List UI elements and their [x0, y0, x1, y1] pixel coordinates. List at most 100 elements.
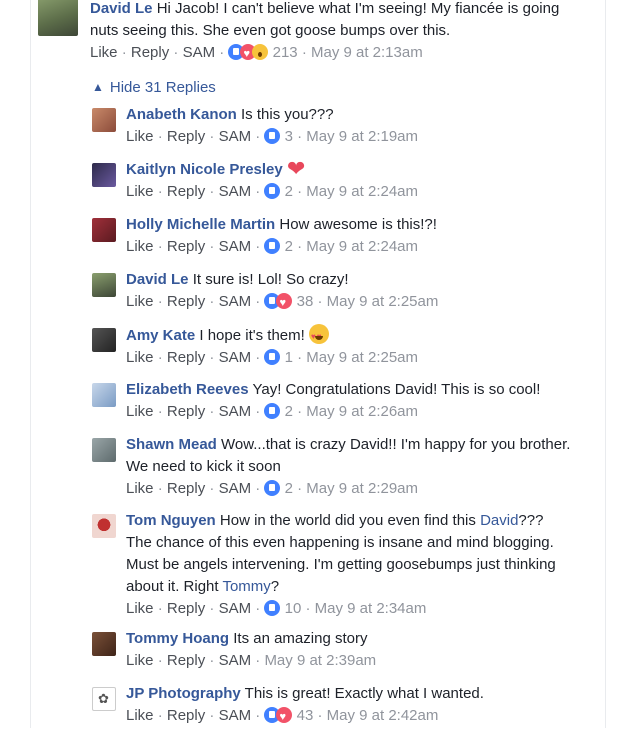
reply-actions: Like · Reply · SAM · 10 · May 9 at 2:34a…	[126, 600, 427, 617]
like-reaction-icon	[264, 349, 281, 365]
avatar[interactable]	[92, 514, 116, 538]
reply-author[interactable]: Holly Michelle Martin	[126, 216, 275, 233]
like-button[interactable]: Like	[126, 480, 154, 497]
reaction-summary[interactable]: 43	[264, 706, 313, 728]
timestamp[interactable]: May 9 at 2:13am	[311, 44, 423, 61]
reaction-summary[interactable]: 1	[264, 349, 293, 366]
avatar[interactable]	[92, 383, 116, 407]
reply-author[interactable]: Anabeth Kanon	[126, 106, 237, 123]
reply-button[interactable]: Reply	[167, 652, 205, 669]
like-button[interactable]: Like	[126, 238, 154, 255]
avatar[interactable]: ✿	[92, 687, 116, 711]
reply-button[interactable]: Reply	[167, 600, 205, 617]
reply-author[interactable]: Tom Nguyen	[126, 512, 216, 529]
like-button[interactable]: Like	[90, 44, 118, 61]
sam-button[interactable]: SAM	[219, 480, 252, 497]
timestamp[interactable]: May 9 at 2:19am	[306, 128, 418, 145]
reply-button[interactable]: Reply	[167, 403, 205, 420]
reply-author[interactable]: Amy Kate	[126, 327, 195, 344]
sam-button[interactable]: SAM	[183, 44, 216, 61]
sam-button[interactable]: SAM	[219, 652, 252, 669]
like-button[interactable]: Like	[126, 128, 154, 145]
reply-text-suffix: ???	[518, 512, 544, 529]
comment-text: David Le Hi Jacob! I can't believe what …	[90, 0, 600, 20]
sam-button[interactable]: SAM	[219, 128, 252, 145]
reaction-summary[interactable]: 2	[264, 238, 293, 255]
timestamp[interactable]: May 9 at 2:42am	[327, 707, 439, 724]
timestamp[interactable]: May 9 at 2:24am	[306, 238, 418, 255]
like-reaction-icon	[264, 238, 281, 254]
reply-author[interactable]: Kaitlyn Nicole Presley	[126, 161, 283, 178]
reply-author[interactable]: David Le	[126, 271, 189, 288]
like-button[interactable]: Like	[126, 293, 154, 310]
timestamp[interactable]: May 9 at 2:24am	[306, 183, 418, 200]
reply-text-line3: Must be angels intervening. I'm getting …	[126, 556, 556, 573]
reply-actions: Like · Reply · SAM · 1 · May 9 at 2:25am	[126, 349, 419, 366]
like-button[interactable]: Like	[126, 707, 154, 724]
sam-button[interactable]: SAM	[219, 349, 252, 366]
timestamp[interactable]: May 9 at 2:25am	[306, 349, 418, 366]
reaction-summary[interactable]: 2	[264, 183, 293, 200]
timestamp[interactable]: May 9 at 2:39am	[264, 652, 376, 669]
reply-item: Holly Michelle Martin How awesome is thi…	[92, 214, 602, 264]
reply-button[interactable]: Reply	[167, 183, 205, 200]
reply-actions: Like · Reply · SAM · 2 · May 9 at 2:29am	[126, 480, 419, 497]
sam-button[interactable]: SAM	[219, 183, 252, 200]
sam-button[interactable]: SAM	[219, 600, 252, 617]
reaction-count: 10	[284, 600, 302, 617]
heart-eyes-emoji-icon	[308, 324, 329, 348]
reply-author[interactable]: JP Photography	[126, 685, 241, 702]
reaction-summary[interactable]: 2	[264, 403, 293, 420]
reply-text: Is this you???	[241, 106, 334, 123]
chevron-up-icon: ▲	[92, 80, 104, 94]
reply-text: Wow...that is crazy David!! I'm happy fo…	[221, 436, 571, 453]
avatar[interactable]	[92, 163, 116, 187]
like-button[interactable]: Like	[126, 652, 154, 669]
avatar[interactable]	[92, 328, 116, 352]
reaction-summary[interactable]: 38	[264, 292, 313, 314]
mention-link[interactable]: David	[480, 512, 518, 529]
reply-button[interactable]: Reply	[167, 128, 205, 145]
sam-button[interactable]: SAM	[219, 293, 252, 310]
timestamp[interactable]: May 9 at 2:26am	[306, 403, 418, 420]
reply-actions: Like · Reply · SAM · 43 · May 9 at 2:42a…	[126, 705, 602, 728]
like-button[interactable]: Like	[126, 600, 154, 617]
reaction-summary[interactable]: 2	[264, 480, 293, 497]
reply-author[interactable]: Tommy Hoang	[126, 630, 229, 647]
avatar[interactable]	[92, 632, 116, 656]
reply-author[interactable]: Shawn Mead	[126, 436, 217, 453]
avatar[interactable]	[92, 108, 116, 132]
reply-text-suffix: ?	[270, 578, 280, 595]
like-button[interactable]: Like	[126, 183, 154, 200]
reply-button[interactable]: Reply	[167, 238, 205, 255]
reply-button[interactable]: Reply	[167, 480, 205, 497]
avatar[interactable]	[92, 438, 116, 462]
sam-button[interactable]: SAM	[219, 707, 252, 724]
avatar[interactable]	[92, 273, 116, 297]
reaction-summary[interactable]: 3	[264, 128, 293, 145]
wow-reaction-icon	[252, 44, 269, 60]
like-button[interactable]: Like	[126, 403, 154, 420]
reaction-summary[interactable]: 213	[228, 43, 301, 65]
avatar[interactable]	[38, 0, 78, 36]
reply-button[interactable]: Reply	[131, 44, 169, 61]
reaction-count: 213	[272, 44, 298, 61]
avatar[interactable]	[92, 218, 116, 242]
reaction-count: 1	[284, 349, 293, 366]
timestamp[interactable]: May 9 at 2:34am	[315, 600, 427, 617]
reply-author[interactable]: Elizabeth Reeves	[126, 381, 249, 398]
reply-button[interactable]: Reply	[167, 349, 205, 366]
hide-replies-toggle[interactable]: ▲ Hide 31 Replies	[92, 76, 216, 99]
reply-text-line2: We need to kick it soon	[126, 458, 281, 475]
timestamp[interactable]: May 9 at 2:29am	[306, 480, 418, 497]
comment-author[interactable]: David Le	[90, 0, 153, 17]
reply-button[interactable]: Reply	[167, 293, 205, 310]
reply-button[interactable]: Reply	[167, 707, 205, 724]
timestamp[interactable]: May 9 at 2:25am	[327, 293, 439, 310]
sam-button[interactable]: SAM	[219, 403, 252, 420]
like-button[interactable]: Like	[126, 349, 154, 366]
sam-button[interactable]: SAM	[219, 238, 252, 255]
mention-link[interactable]: Tommy	[222, 578, 270, 595]
reaction-summary[interactable]: 10	[264, 600, 301, 617]
comment-thread: David Le Hi Jacob! I can't believe what …	[30, 0, 606, 728]
